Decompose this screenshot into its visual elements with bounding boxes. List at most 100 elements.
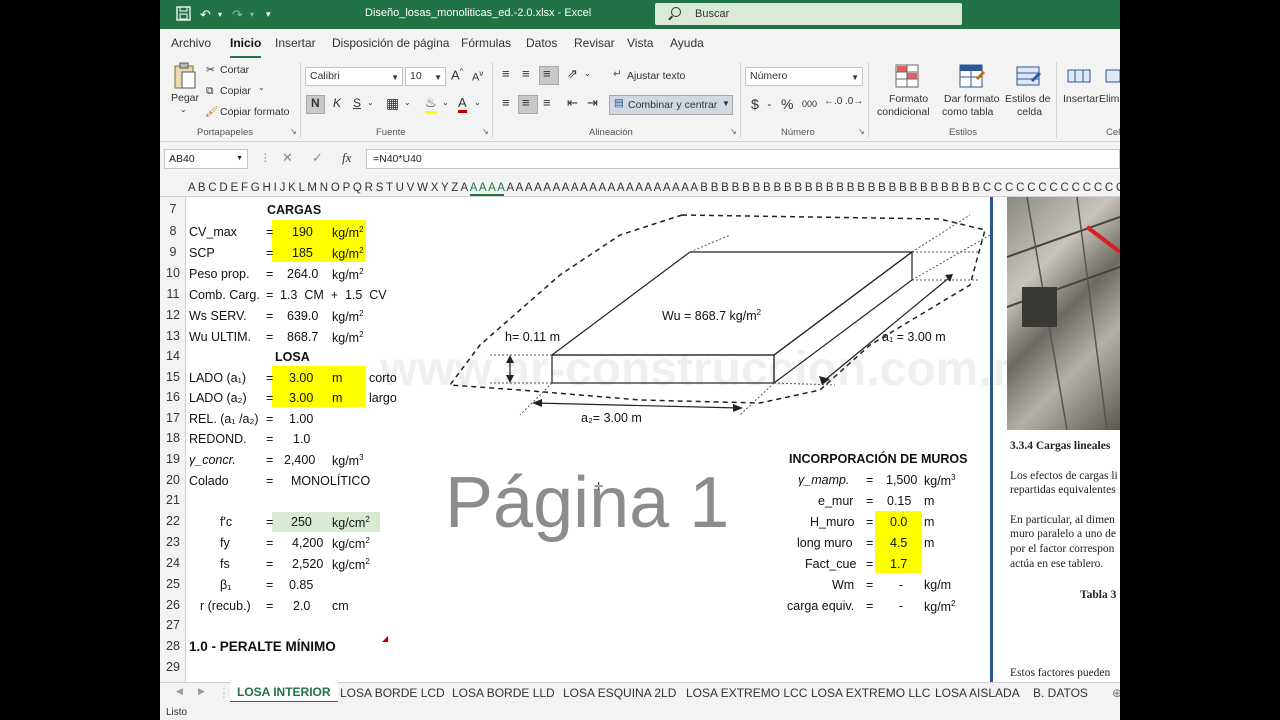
tab-archivo[interactable]: Archivo (171, 36, 211, 50)
number-format-select[interactable]: Número ▼ (745, 67, 863, 86)
paste-button[interactable]: Pegar (171, 92, 199, 104)
paste-dropdown-icon[interactable]: ⌄ (180, 105, 187, 114)
copy-button[interactable]: Copiar (220, 85, 251, 97)
tab-inicio[interactable]: Inicio (230, 36, 262, 58)
name-box[interactable]: AB40 ▼ (164, 149, 248, 169)
comment-indicator-icon[interactable]: ◢ (382, 634, 388, 643)
shrink-font-icon[interactable]: Av (472, 69, 483, 84)
column-header[interactable]: A B C D E F G H I J K L M N O P Q R S T … (160, 177, 1120, 197)
losa-value[interactable]: 3.00 (289, 371, 313, 385)
sheet-tab-losa-esquina[interactable]: LOSA ESQUINA 2LD (563, 686, 676, 700)
add-sheet-icon[interactable]: ⊕ (1112, 686, 1120, 700)
conditional-format-button-line2[interactable]: condicional (877, 106, 930, 118)
merge-dropdown-icon[interactable]: ▼ (722, 99, 730, 108)
sheet-tab-losa-extremo-lcc[interactable]: LOSA EXTREMO LCC (686, 686, 807, 700)
sheet-tab-losa-aislada[interactable]: LOSA AISLADA (935, 686, 1020, 700)
cancel-icon[interactable]: ✕ (282, 150, 293, 166)
fill-color-icon[interactable]: ♨ (425, 95, 437, 114)
decrease-indent-icon[interactable]: ⇤ (567, 95, 578, 111)
sheet-tab-datos[interactable]: B. DATOS (1033, 686, 1088, 700)
font-color-icon[interactable]: A (458, 95, 467, 113)
tab-more-icon[interactable]: ⋮ (218, 686, 230, 700)
wrap-text-button[interactable]: Ajustar texto (627, 70, 685, 82)
numero-launcher-icon[interactable]: ↘ (858, 127, 865, 136)
bold-button[interactable]: N (311, 96, 320, 110)
cut-button[interactable]: Cortar (220, 64, 249, 76)
increase-indent-icon[interactable]: ⇥ (587, 95, 598, 111)
grow-font-icon[interactable]: A^ (451, 67, 463, 82)
font-name-select[interactable]: Calibri ▼ (305, 67, 403, 86)
align-center-icon[interactable]: ≡ (522, 95, 530, 110)
font-size-select[interactable]: 10 ▼ (405, 67, 446, 86)
align-right-icon[interactable]: ≡ (543, 95, 551, 110)
fill-dropdown-icon[interactable]: ⌄ (442, 98, 449, 107)
conditional-format-button[interactable]: Formato (889, 93, 928, 105)
muros-value[interactable]: 0.0 (890, 515, 907, 529)
muros-value: 0.15 (887, 494, 912, 508)
borders-icon[interactable]: ▦ (386, 95, 399, 112)
cargas-value[interactable]: 190 (292, 225, 313, 239)
format-painter-button[interactable]: Copiar formato (220, 106, 289, 118)
sheet-tab-losa-borde-lcd[interactable]: LOSA BORDE LCD (340, 686, 445, 700)
customize-toolbar-icon[interactable]: ▾ (266, 6, 271, 23)
row-header[interactable]: 7 8 9 10 11 12 13 14 15 16 17 18 19 20 2… (160, 197, 186, 682)
formula-input[interactable]: =N40*U40 (366, 149, 1120, 169)
thousands-button[interactable]: 000 (802, 99, 817, 109)
sheet-tab-losa-extremo-llc[interactable]: LOSA EXTREMO LLC (811, 686, 930, 700)
align-bottom-icon[interactable]: ≡ (543, 66, 551, 81)
redo-icon[interactable]: ↷ (232, 6, 243, 23)
orientation-icon[interactable]: ⇗ (567, 66, 578, 82)
insert-cells-button[interactable]: Insertar (1063, 93, 1099, 105)
worksheet-grid[interactable]: 7 8 9 10 11 12 13 14 15 16 17 18 19 20 2… (160, 197, 1120, 682)
tab-scroll-left-icon[interactable]: ◀ (176, 686, 183, 697)
tab-vista[interactable]: Vista (627, 36, 653, 50)
save-icon[interactable] (176, 6, 191, 23)
tab-disposicion[interactable]: Disposición de página (332, 36, 449, 50)
copy-dropdown-icon[interactable]: ⌄ (258, 83, 265, 92)
merge-center-button[interactable]: Combinar y centrar (628, 99, 717, 111)
decrease-decimal-icon[interactable]: .0→ (845, 96, 863, 107)
sheet-tab-losa-borde-lld[interactable]: LOSA BORDE LLD (452, 686, 555, 700)
undo-icon[interactable]: ↶ (200, 6, 211, 23)
currency-button[interactable]: $ (751, 96, 759, 112)
font-color-dropdown-icon[interactable]: ⌄ (474, 98, 481, 107)
underline-button[interactable]: S (353, 96, 361, 110)
alineacion-launcher-icon[interactable]: ↘ (730, 127, 737, 136)
tab-insertar[interactable]: Insertar (275, 36, 316, 50)
tab-formulas[interactable]: Fórmulas (461, 36, 511, 50)
currency-dropdown-icon[interactable]: ⌄ (766, 99, 773, 108)
cargas-value[interactable]: 185 (292, 246, 313, 260)
muros-value[interactable]: 4.5 (890, 536, 907, 550)
tab-datos[interactable]: Datos (526, 36, 557, 50)
insert-function-icon[interactable]: fx (342, 150, 351, 166)
format-as-table-button-line2[interactable]: como tabla (942, 106, 993, 118)
fuente-launcher-icon[interactable]: ↘ (482, 127, 489, 136)
search-box[interactable]: Buscar (655, 3, 962, 25)
muros-value[interactable]: 1.7 (890, 557, 907, 571)
tab-revisar[interactable]: Revisar (574, 36, 615, 50)
align-left-icon[interactable]: ≡ (502, 95, 510, 110)
percent-button[interactable]: % (781, 96, 793, 112)
redo-dropdown-icon[interactable]: ▾ (250, 6, 254, 23)
tab-ayuda[interactable]: Ayuda (670, 36, 704, 50)
cell-styles-button-line2[interactable]: celda (1017, 106, 1042, 118)
orientation-dropdown-icon[interactable]: ⌄ (584, 69, 591, 78)
enter-icon[interactable]: ✓ (312, 150, 323, 166)
align-middle-icon[interactable]: ≡ (522, 66, 530, 81)
tab-scroll-right-icon[interactable]: ▶ (198, 686, 205, 697)
portapapeles-launcher-icon[interactable]: ↘ (290, 127, 297, 136)
undo-dropdown-icon[interactable]: ▾ (218, 6, 222, 23)
paste-icon[interactable] (173, 62, 197, 93)
slab-top (550, 251, 914, 356)
borders-dropdown-icon[interactable]: ⌄ (404, 98, 411, 107)
format-as-table-button[interactable]: Dar formato (944, 93, 999, 105)
align-top-icon[interactable]: ≡ (502, 66, 510, 81)
losa-value[interactable]: 3.00 (289, 391, 313, 405)
increase-decimal-icon[interactable]: ←.0 (824, 96, 842, 107)
sheet-tab-losa-interior[interactable]: LOSA INTERIOR (230, 682, 338, 703)
underline-dropdown-icon[interactable]: ⌄ (367, 98, 374, 107)
material-value[interactable]: 250 (291, 515, 312, 529)
delete-cells-button[interactable]: Elim (1099, 93, 1119, 105)
italic-button[interactable]: K (333, 96, 341, 110)
cell-styles-button[interactable]: Estilos de (1005, 93, 1051, 105)
